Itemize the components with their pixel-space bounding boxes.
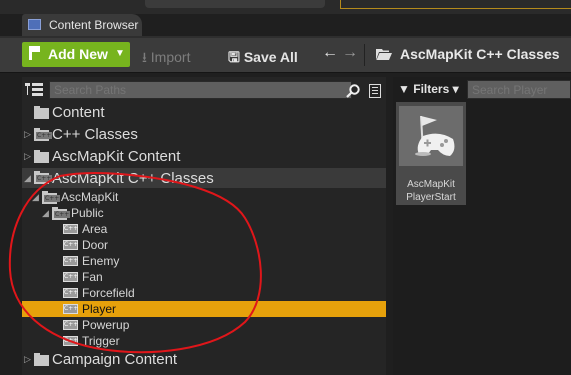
toolbar: Add New ▼ ⭳ Import 🖫 Save All ← → AscMap… bbox=[0, 38, 571, 73]
tree-item-label: C++ Classes bbox=[52, 126, 138, 143]
tree-item-class[interactable]: C++ Powerup bbox=[22, 317, 386, 333]
forward-arrow-icon[interactable]: → bbox=[342, 44, 358, 62]
folder-icon bbox=[34, 106, 49, 119]
tree-item-label: Trigger bbox=[82, 334, 120, 348]
gamepad-flag-icon bbox=[415, 115, 455, 156]
sources-panel: Content ▷ C++ Classes ▷ AscMapKit Conten… bbox=[22, 77, 386, 375]
save-all-label: Save All bbox=[243, 49, 298, 65]
add-new-label: Add New bbox=[48, 46, 108, 62]
expand-arrow-icon[interactable]: ▷ bbox=[24, 129, 31, 140]
filter-funnel-icon: ▼ bbox=[398, 82, 410, 96]
tree-item-label: Forcefield bbox=[82, 286, 135, 300]
cpp-folder-icon bbox=[34, 171, 53, 184]
open-folder-icon bbox=[376, 49, 392, 60]
tree-item-label: Powerup bbox=[82, 318, 130, 332]
tree-item-label: Campaign Content bbox=[52, 351, 178, 368]
cpp-class-icon: C++ bbox=[63, 288, 79, 298]
cpp-class-icon: C++ bbox=[63, 320, 79, 330]
tree-item-label: AscMapKit Content bbox=[52, 148, 181, 165]
cpp-class-icon: C++ bbox=[63, 240, 79, 250]
tree-item-class[interactable]: C++ Enemy bbox=[22, 253, 386, 269]
save-all-button[interactable]: 🖫 Save All bbox=[228, 47, 298, 71]
tree-view-icon[interactable] bbox=[25, 83, 43, 97]
filters-label: Filters bbox=[413, 82, 450, 96]
tree-item-label: AscMapKit C++ Classes bbox=[52, 170, 214, 187]
cpp-folder-icon bbox=[52, 207, 71, 220]
tree-item-campaign-content[interactable]: ▷ Campaign Content bbox=[22, 351, 386, 368]
search-paths-input[interactable] bbox=[49, 81, 352, 99]
tree-item-label: Door bbox=[82, 238, 109, 252]
tree-item-cpp-classes[interactable]: ▷ C++ Classes bbox=[22, 126, 386, 143]
tree-item-content[interactable]: Content bbox=[22, 104, 386, 121]
tree-item-class[interactable]: C++ Fan bbox=[22, 269, 386, 285]
asset-name: AscMapKit PlayerStart bbox=[396, 178, 466, 204]
tree-item-ascmapkit-content[interactable]: ▷ AscMapKit Content bbox=[22, 148, 386, 165]
tree-item-class-selected[interactable]: C++ Player bbox=[22, 301, 386, 317]
asset-name-line: AscMapKit bbox=[407, 179, 455, 190]
top-strip bbox=[0, 0, 571, 14]
save-icon: 🖫 bbox=[228, 49, 240, 65]
folder-icon bbox=[34, 150, 49, 163]
import-label: Import bbox=[150, 49, 191, 65]
chevron-down-icon: ▼ bbox=[115, 48, 125, 59]
toolbar-separator bbox=[364, 44, 365, 66]
search-assets-input[interactable] bbox=[467, 80, 571, 99]
tree-item-label: Content bbox=[52, 104, 105, 121]
asset-thumbnail bbox=[399, 106, 463, 166]
tree-item-label: Fan bbox=[82, 270, 103, 284]
search-paths-bar bbox=[22, 81, 381, 99]
asset-view-panel: ▼ Filters ▾ AscMapKit PlayerStart bbox=[393, 77, 571, 375]
import-icon: ⭳ bbox=[142, 49, 147, 65]
collapse-arrow-icon[interactable]: ◢ bbox=[42, 208, 49, 219]
tree-item-class[interactable]: C++ Area bbox=[22, 221, 386, 237]
asset-tile[interactable]: AscMapKit PlayerStart bbox=[396, 102, 466, 205]
tab-title: Content Browser bbox=[49, 18, 139, 32]
search-icon[interactable] bbox=[346, 84, 360, 98]
back-arrow-icon[interactable]: ← bbox=[322, 44, 338, 62]
cpp-class-icon: C++ bbox=[63, 272, 79, 282]
folder-icon bbox=[34, 353, 49, 366]
tree-item-label: Enemy bbox=[82, 254, 120, 268]
cpp-class-icon: C++ bbox=[63, 304, 79, 314]
tab-content-browser[interactable]: Content Browser bbox=[22, 14, 142, 36]
tree-item-class[interactable]: C++ Door bbox=[22, 237, 386, 253]
filters-button[interactable]: ▼ Filters ▾ bbox=[398, 82, 459, 96]
new-document-icon bbox=[29, 46, 40, 60]
tree-item-label: Area bbox=[82, 222, 108, 236]
expand-arrow-icon[interactable]: ▷ bbox=[24, 354, 31, 365]
cpp-class-icon: C++ bbox=[63, 256, 79, 266]
add-new-button[interactable]: Add New ▼ bbox=[22, 42, 130, 67]
cpp-class-icon: C++ bbox=[63, 336, 79, 346]
expand-arrow-icon[interactable]: ▷ bbox=[24, 151, 31, 162]
tree-item-ascmapkit-cpp-classes[interactable]: ◢ AscMapKit C++ Classes bbox=[22, 168, 386, 188]
top-control-fragment bbox=[145, 0, 325, 8]
tree-item-ascmapkit[interactable]: ◢ AscMapKit bbox=[22, 189, 386, 205]
tree-item-label: AscMapKit bbox=[61, 190, 119, 204]
cpp-folder-icon bbox=[42, 191, 61, 204]
import-button[interactable]: ⭳ Import bbox=[142, 47, 190, 71]
view-options-icon[interactable] bbox=[369, 84, 381, 98]
breadcrumb-current[interactable]: AscMapKit C++ Classes bbox=[400, 46, 560, 62]
content-browser-icon bbox=[28, 19, 41, 30]
tree-item-label: Player bbox=[82, 302, 117, 316]
tree-item-label: Public bbox=[71, 206, 104, 220]
tree-item-public[interactable]: ◢ Public bbox=[22, 205, 386, 221]
collapse-arrow-icon[interactable]: ◢ bbox=[32, 192, 39, 203]
tree-item-class[interactable]: C++ Trigger bbox=[22, 333, 386, 349]
chevron-down-icon: ▾ bbox=[452, 82, 459, 96]
cpp-folder-icon bbox=[34, 128, 53, 141]
tree-item-class[interactable]: C++ Forcefield bbox=[22, 285, 386, 301]
collapse-arrow-icon[interactable]: ◢ bbox=[24, 173, 31, 184]
cpp-class-icon: C++ bbox=[63, 224, 79, 234]
viewport-border-fragment bbox=[340, 0, 571, 9]
asset-name-line: PlayerStart bbox=[406, 192, 456, 203]
